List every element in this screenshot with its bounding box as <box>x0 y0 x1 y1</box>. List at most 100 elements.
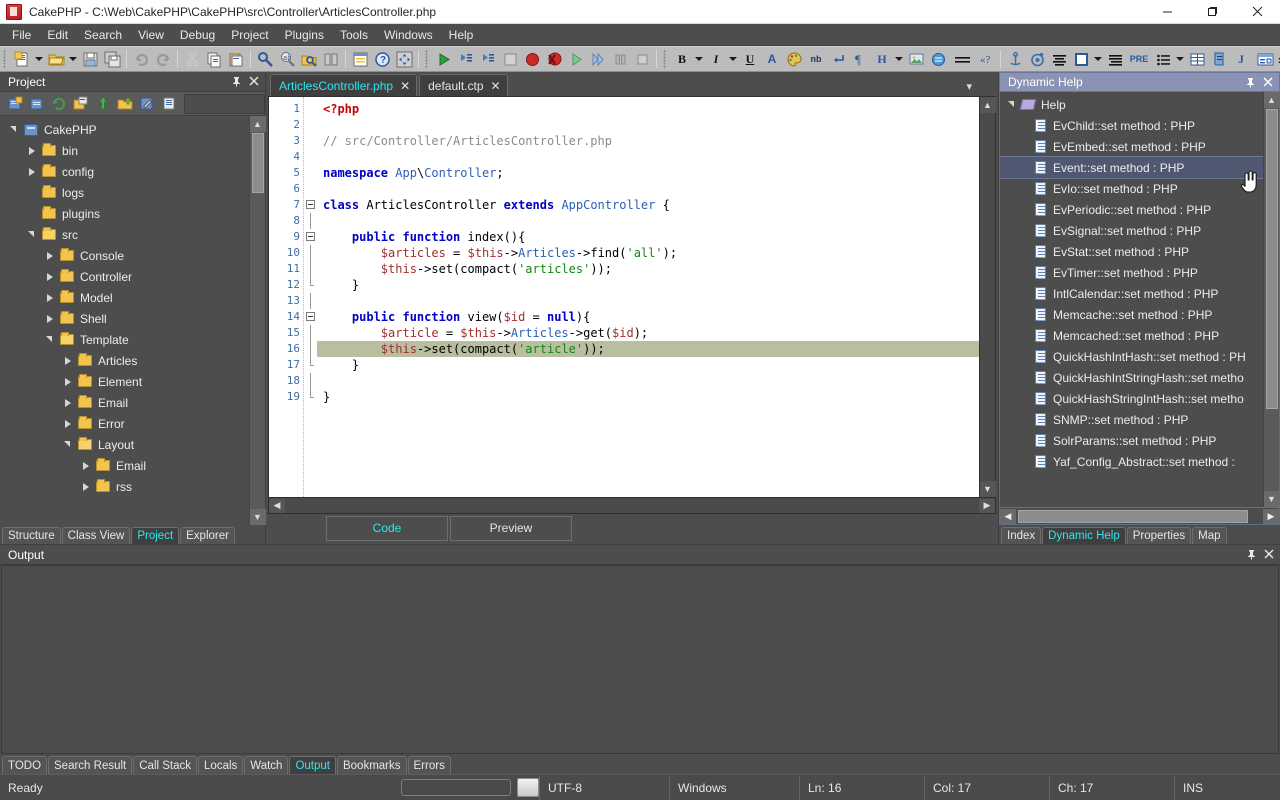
expand-arrow-icon[interactable] <box>42 290 58 306</box>
menu-file[interactable]: File <box>4 25 39 45</box>
tree-item[interactable]: Error <box>0 413 249 434</box>
javascript-icon[interactable]: J <box>1230 48 1252 70</box>
expand-arrow-icon[interactable] <box>42 311 58 327</box>
output-content[interactable] <box>1 565 1279 754</box>
tree-item[interactable]: src <box>0 224 249 245</box>
remove-breakpoints-icon[interactable] <box>543 48 565 70</box>
fold-marker[interactable] <box>304 197 317 213</box>
open-folder-icon[interactable] <box>45 48 67 70</box>
close-icon[interactable] <box>1262 548 1276 562</box>
bold-icon[interactable]: B <box>671 48 693 70</box>
tab-close-icon[interactable]: ✕ <box>491 79 501 93</box>
step-over-icon[interactable] <box>477 48 499 70</box>
help-root-item[interactable]: Help <box>1000 94 1263 115</box>
tab-todo[interactable]: TODO <box>2 756 48 774</box>
cut-icon[interactable] <box>181 48 203 70</box>
help-topic-item[interactable]: EvSignal::set method : PHP <box>1000 220 1263 241</box>
collapse-arrow-icon[interactable] <box>24 227 40 243</box>
expand-arrow-icon[interactable] <box>78 458 94 474</box>
help-topic-item[interactable]: IntlCalendar::set method : PHP <box>1000 283 1263 304</box>
scroll-down-icon[interactable]: ▼ <box>249 509 266 525</box>
scroll-up-icon[interactable]: ▲ <box>1263 92 1280 108</box>
paste-icon[interactable] <box>225 48 247 70</box>
help-topic-list[interactable]: Help EvChild::set method : PHP EvEmbed::se… <box>1000 92 1263 507</box>
expand-arrow-icon[interactable] <box>42 269 58 285</box>
horizontal-rule-icon[interactable] <box>949 48 975 70</box>
step-into-icon[interactable] <box>455 48 477 70</box>
tree-item[interactable]: Controller <box>0 266 249 287</box>
code-editor[interactable]: 1 2 3 4 5 6 7 8 9 10 11 12 13 14 15 16 17 18 19 <?php // s… <box>269 97 979 497</box>
scroll-down-icon[interactable]: ▼ <box>979 481 996 497</box>
collapse-arrow-icon[interactable] <box>6 122 22 138</box>
code-line[interactable]: namespace App\Controller; <box>317 165 979 181</box>
scrollbar-thumb[interactable] <box>251 133 264 193</box>
tree-item[interactable]: logs <box>0 182 249 203</box>
list-dropdown-icon[interactable] <box>1174 57 1186 61</box>
paragraph-icon[interactable]: ¶ <box>849 48 871 70</box>
open-project-icon[interactable] <box>26 94 48 114</box>
editor-tab-default-ctp[interactable]: default.ctp ✕ <box>419 74 508 96</box>
tab-locals[interactable]: Locals <box>198 756 244 774</box>
help-topic-item[interactable]: SolrParams::set method : PHP <box>1000 430 1263 451</box>
scroll-up-icon[interactable]: ▲ <box>249 116 266 132</box>
scroll-right-icon[interactable]: ▶ <box>979 498 995 513</box>
expand-arrow-icon[interactable] <box>60 353 76 369</box>
editor-tab-menu-icon[interactable]: ▾ <box>966 80 972 93</box>
scroll-left-icon[interactable]: ◀ <box>1000 508 1016 524</box>
help-topic-item[interactable]: Memcache::set method : PHP <box>1000 304 1263 325</box>
list-icon[interactable] <box>1152 48 1174 70</box>
menu-windows[interactable]: Windows <box>376 25 441 45</box>
tree-item[interactable]: Layout <box>0 434 249 455</box>
collapse-arrow-icon[interactable] <box>60 437 76 453</box>
align-justify-icon[interactable] <box>1104 48 1126 70</box>
upload-icon[interactable] <box>92 94 114 114</box>
resume-icon[interactable] <box>565 48 587 70</box>
close-button[interactable] <box>1235 0 1280 24</box>
tree-item[interactable]: Email <box>0 455 249 476</box>
target-icon[interactable] <box>1026 48 1048 70</box>
step-out-icon[interactable] <box>499 48 521 70</box>
help-topic-item[interactable]: Event::set method : PHP <box>1000 156 1263 179</box>
pin-icon[interactable] <box>1244 548 1258 562</box>
pause-icon[interactable] <box>609 48 631 70</box>
script-icon[interactable] <box>1208 48 1230 70</box>
code-line[interactable] <box>317 373 979 389</box>
expand-arrow-icon[interactable] <box>60 374 76 390</box>
new-project-icon[interactable] <box>4 94 26 114</box>
help-topic-item[interactable]: Yaf_Config_Abstract::set method : <box>1000 451 1263 472</box>
tab-properties[interactable]: Properties <box>1126 527 1192 544</box>
project-tree[interactable]: CakePHP bin config logs plugins src Console Con… <box>0 116 249 525</box>
tab-close-icon[interactable]: ✕ <box>400 79 410 93</box>
download-icon[interactable] <box>114 94 136 114</box>
copy-icon[interactable] <box>203 48 225 70</box>
code-line[interactable]: class ArticlesController extends AppCont… <box>317 197 979 213</box>
view-tab-code[interactable]: Code <box>326 515 448 541</box>
menu-debug[interactable]: Debug <box>172 25 223 45</box>
help-topic-item[interactable]: EvIo::set method : PHP <box>1000 178 1263 199</box>
table-icon[interactable] <box>1186 48 1208 70</box>
tab-output[interactable]: Output <box>289 756 336 774</box>
tab-explorer[interactable]: Explorer <box>180 527 235 544</box>
tree-item[interactable]: Model <box>0 287 249 308</box>
tree-item[interactable]: Console <box>0 245 249 266</box>
scroll-up-icon[interactable]: ▲ <box>979 97 996 113</box>
code-line[interactable] <box>317 149 979 165</box>
code-line[interactable]: $articles = $this->Articles->find('all')… <box>317 245 979 261</box>
menu-plugins[interactable]: Plugins <box>277 25 332 45</box>
run-to-cursor-icon[interactable] <box>587 48 609 70</box>
find-icon[interactable] <box>254 48 276 70</box>
tab-search-result[interactable]: Search Result <box>48 756 133 774</box>
tree-item[interactable]: CakePHP <box>0 119 249 140</box>
expand-arrow-icon[interactable] <box>78 479 94 495</box>
new-file-dropdown-icon[interactable] <box>33 57 45 61</box>
line-break-icon[interactable] <box>827 48 849 70</box>
save-all-icon[interactable] <box>101 48 123 70</box>
nbsp-icon[interactable]: nb <box>805 48 827 70</box>
view-tab-preview[interactable]: Preview <box>450 515 572 541</box>
breakpoint-icon[interactable] <box>521 48 543 70</box>
link-icon[interactable] <box>927 48 949 70</box>
tab-map[interactable]: Map <box>1192 527 1227 544</box>
scrollbar-thumb[interactable] <box>1265 109 1278 409</box>
editor-tab-articlescontroller-php[interactable]: ArticlesController.php ✕ <box>270 74 418 96</box>
heading-dropdown-icon[interactable] <box>893 57 905 61</box>
